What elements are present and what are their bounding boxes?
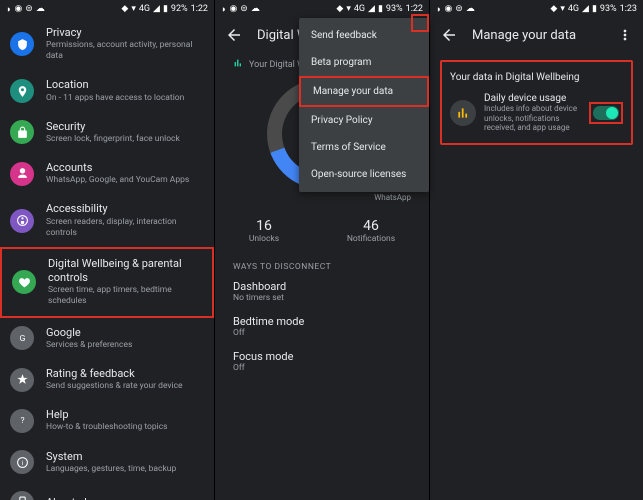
donut-label-whatsapp: WhatsApp — [374, 193, 429, 202]
toggle-highlight — [589, 102, 623, 124]
help-icon: ? — [10, 409, 34, 433]
item-title: Location — [46, 78, 184, 92]
stat-notifications[interactable]: 46 Notifications — [347, 218, 395, 244]
g-icon: G — [10, 326, 34, 350]
settings-item-google[interactable]: G GoogleServices & preferences — [0, 318, 214, 359]
item-sub: Send suggestions & rate your device — [46, 381, 183, 392]
chart-icon — [450, 100, 476, 126]
settings-item-accessibility[interactable]: AccessibilityScreen readers, display, in… — [0, 194, 214, 246]
item-sub: Screen time, app timers, bedtime schedul… — [48, 285, 202, 307]
lock-icon — [10, 120, 34, 144]
settings-item-system[interactable]: i SystemLanguages, gestures, time, backup — [0, 442, 214, 483]
item-sub: Services & preferences — [46, 340, 132, 351]
page-title: Manage your data — [472, 28, 576, 43]
item-title: Help — [46, 408, 168, 422]
status-bar: ◗◉⊜☁ ◆▾ 4G ◢▮ 93% 1:23 — [430, 0, 643, 18]
item-sub: Screen lock, fingerprint, face unlock — [46, 134, 180, 145]
screen-settings: ◗ ◉ ⊜ ☁ ◆ ▾ 4G ◢ ▮ 92% 1:22 PrivacyPermi… — [0, 0, 214, 500]
battery-pct: 92% — [171, 4, 188, 14]
star-icon — [10, 368, 34, 392]
item-title: Rating & feedback — [46, 367, 183, 381]
svg-text:?: ? — [20, 417, 24, 427]
settings-item-help[interactable]: ? HelpHow-to & troubleshooting topics — [0, 400, 214, 441]
status-bar: ◗ ◉ ⊜ ☁ ◆ ▾ 4G ◢ ▮ 92% 1:22 — [0, 0, 214, 18]
settings-item-about[interactable]: About phone — [0, 483, 214, 500]
heart-icon — [12, 270, 36, 294]
person-icon — [10, 209, 34, 233]
msg-icon: ⊜ — [25, 4, 33, 14]
option-sub: Includes info about device unlocks, noti… — [484, 104, 581, 133]
menu-item-send-feedback[interactable]: Send feedback — [299, 22, 429, 49]
info-icon: i — [10, 450, 34, 474]
screen-digital-wellbeing: ◗◉⊜☁ ◆▾ 4G ◢▮ 93% 1:22 Digital W Your Di… — [214, 0, 429, 500]
settings-item-accounts[interactable]: AccountsWhatsApp, Google, and YouCam App… — [0, 153, 214, 194]
item-sub: WhatsApp, Google, and YouCam Apps — [46, 175, 189, 186]
overflow-menu: Send feedbackBeta programManage your dat… — [299, 18, 429, 192]
box-header: Your data in Digital Wellbeing — [450, 72, 623, 83]
settings-item-privacy[interactable]: PrivacyPermissions, account activity, pe… — [0, 18, 214, 70]
menu-item-open-source-licenses[interactable]: Open-source licenses — [299, 161, 429, 188]
stat-unlocks[interactable]: 16 Unlocks — [249, 218, 279, 244]
user-icon — [10, 162, 34, 186]
item-sub: How-to & troubleshooting topics — [46, 422, 168, 433]
option-title: Daily device usage — [484, 93, 581, 104]
signal-icon: ▾ — [131, 4, 136, 14]
disconnect-row[interactable]: DashboardNo timers set — [215, 274, 429, 309]
settings-list: PrivacyPermissions, account activity, pe… — [0, 18, 214, 500]
svg-text:i: i — [21, 459, 23, 467]
daily-usage-option: Daily device usage Includes info about d… — [450, 93, 623, 133]
item-sub: Screen readers, display, interaction con… — [46, 217, 204, 239]
data-box: Your data in Digital Wellbeing Daily dev… — [440, 60, 633, 145]
back-icon[interactable] — [440, 26, 458, 44]
section-header: WAYS TO DISCONNECT — [215, 252, 429, 274]
menu-item-manage-your-data[interactable]: Manage your data — [299, 76, 429, 107]
svg-text:G: G — [19, 334, 25, 344]
menu-item-privacy-policy[interactable]: Privacy Policy — [299, 107, 429, 134]
wifi-icon: ◆ — [121, 4, 128, 14]
more-icon[interactable] — [617, 27, 633, 43]
item-title: Accounts — [46, 161, 189, 175]
shield-icon — [10, 32, 34, 56]
cell-icon: ◢ — [153, 4, 160, 14]
notif-icon: ◉ — [14, 4, 22, 14]
signal-type: 4G — [139, 4, 150, 14]
donut-label-other: Other — [233, 0, 252, 79]
stats-row: 16 Unlocks 46 Notifications — [215, 206, 429, 252]
item-title: Security — [46, 120, 180, 134]
cloud-icon: ☁ — [36, 4, 45, 14]
subtitle-text: Your Digital W — [249, 60, 305, 70]
item-sub: On - 11 apps have access to location — [46, 93, 184, 104]
usage-toggle[interactable] — [593, 106, 619, 120]
item-title: Accessibility — [46, 202, 204, 216]
menu-item-terms-of-service[interactable]: Terms of Service — [299, 134, 429, 161]
item-title: System — [46, 450, 176, 464]
moon-icon: ◗ — [6, 4, 11, 15]
app-bar: Manage your data — [430, 18, 643, 52]
item-title: Privacy — [46, 26, 204, 40]
pin-icon — [10, 79, 34, 103]
item-sub: Languages, gestures, time, backup — [46, 464, 176, 475]
item-sub: Permissions, account activity, personal … — [46, 40, 204, 62]
screen-manage-data: ◗◉⊜☁ ◆▾ 4G ◢▮ 93% 1:23 Manage your data … — [429, 0, 643, 500]
disconnect-row[interactable]: Bedtime modeOff — [215, 309, 429, 344]
battery-icon: ▮ — [163, 4, 168, 14]
settings-item-location[interactable]: LocationOn - 11 apps have access to loca… — [0, 70, 214, 111]
item-title: Google — [46, 326, 132, 340]
menu-item-beta-program[interactable]: Beta program — [299, 49, 429, 76]
clock: 1:22 — [191, 4, 208, 14]
item-title: About phone — [46, 496, 108, 500]
settings-item-digital[interactable]: Digital Wellbeing & parental controlsScr… — [0, 247, 214, 318]
item-title: Digital Wellbeing & parental controls — [48, 257, 202, 286]
overflow-highlight — [411, 14, 429, 32]
phone-icon — [10, 491, 34, 500]
settings-item-rating[interactable]: Rating & feedbackSend suggestions & rate… — [0, 359, 214, 400]
disconnect-row[interactable]: Focus modeOff — [215, 344, 429, 379]
settings-item-security[interactable]: SecurityScreen lock, fingerprint, face u… — [0, 112, 214, 153]
